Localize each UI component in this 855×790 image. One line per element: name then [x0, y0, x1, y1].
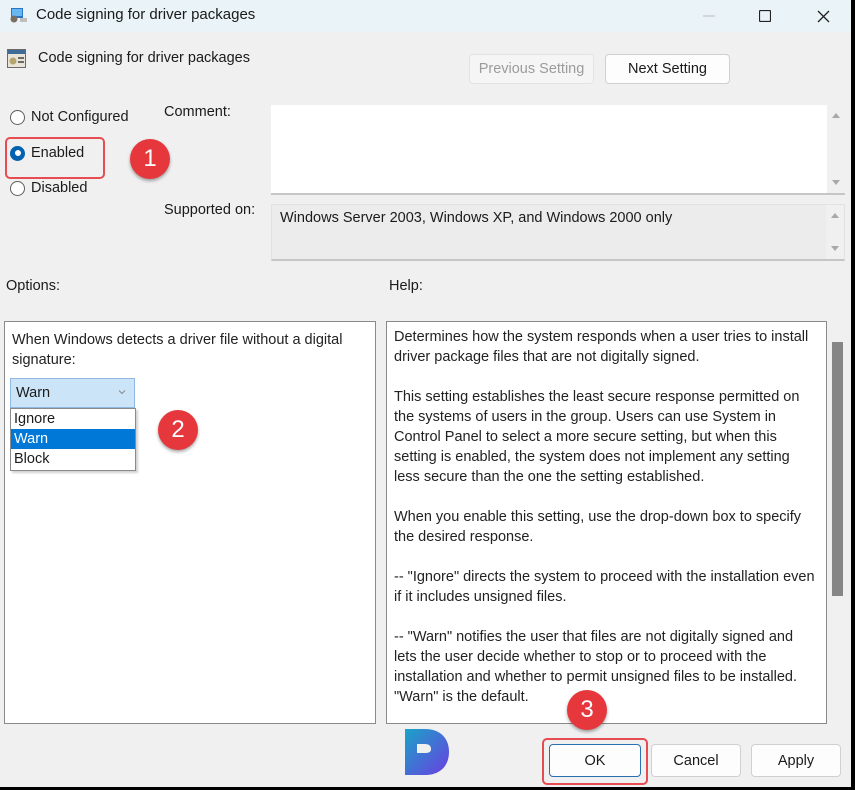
scroll-down-arrow-icon[interactable] — [832, 180, 840, 185]
help-label: Help: — [389, 278, 423, 294]
radio-disabled[interactable]: Disabled — [10, 180, 87, 196]
dropdown-value: Warn — [16, 385, 51, 401]
maximize-icon — [759, 10, 771, 22]
dropdown-option-block[interactable]: Block — [11, 449, 135, 469]
dropdown-list: Ignore Warn Block — [10, 408, 136, 471]
help-panel: Determines how the system responds when … — [386, 321, 827, 724]
close-button[interactable] — [800, 0, 846, 32]
step-badge-1: 1 — [130, 139, 170, 179]
policy-editor-icon — [10, 8, 27, 23]
minimize-icon — [703, 15, 715, 17]
help-paragraph: -- "Ignore" directs the system to procee… — [394, 569, 815, 605]
cancel-button[interactable]: Cancel — [651, 744, 741, 777]
supported-on-value: Windows Server 2003, Windows XP, and Win… — [280, 210, 673, 226]
scroll-up-arrow-icon[interactable] — [831, 213, 839, 218]
previous-setting-button[interactable]: Previous Setting — [469, 54, 594, 84]
help-paragraph: This setting establishes the least secur… — [394, 389, 800, 485]
brand-logo-icon — [405, 729, 449, 775]
title-bar: Code signing for driver packages — [0, 0, 851, 32]
radio-label: Not Configured — [31, 109, 129, 125]
apply-button[interactable]: Apply — [751, 744, 841, 777]
scroll-up-arrow-icon[interactable] — [832, 113, 840, 118]
supported-on-field: Windows Server 2003, Windows XP, and Win… — [271, 204, 845, 261]
radio-label: Disabled — [31, 180, 88, 196]
step-badge-2: 2 — [158, 410, 198, 450]
chevron-down-icon — [118, 390, 126, 395]
help-paragraph: When you enable this setting, use the dr… — [394, 509, 802, 545]
options-panel: When Windows detects a driver file witho… — [4, 321, 376, 724]
options-label: Options: — [6, 278, 60, 294]
dropdown-option-ignore[interactable]: Ignore — [11, 409, 135, 429]
options-prompt: When Windows detects a driver file witho… — [12, 332, 343, 368]
radio-circle — [10, 180, 25, 196]
help-scrollbar-thumb[interactable] — [832, 342, 843, 596]
comment-scrollbar[interactable] — [827, 105, 845, 193]
supported-on-label: Supported on: — [164, 202, 256, 218]
policy-setting-icon — [7, 49, 26, 68]
window-title: Code signing for driver packages — [36, 6, 256, 23]
step-badge-3: 3 — [567, 690, 607, 730]
minimize-button[interactable] — [686, 0, 732, 32]
dropdown-option-warn[interactable]: Warn — [11, 429, 135, 449]
radio-not-configured[interactable]: Not Configured — [10, 109, 129, 125]
help-paragraph: -- "Warn" notifies the user that files a… — [394, 629, 798, 705]
help-paragraph: Determines how the system responds when … — [394, 329, 809, 365]
comment-input[interactable] — [271, 105, 845, 195]
maximize-button[interactable] — [742, 0, 788, 32]
next-setting-button[interactable]: Next Setting — [605, 54, 730, 84]
supported-scrollbar[interactable] — [826, 205, 844, 259]
scroll-down-arrow-icon[interactable] — [831, 246, 839, 251]
annotation-highlight-ok — [542, 738, 648, 785]
help-scrollbar[interactable] — [829, 321, 847, 724]
comment-label: Comment: — [164, 104, 231, 120]
annotation-highlight-enabled — [5, 137, 105, 179]
response-dropdown[interactable]: Warn — [10, 378, 135, 408]
policy-name: Code signing for driver packages — [38, 50, 250, 66]
help-text: Determines how the system responds when … — [394, 327, 819, 723]
close-icon — [817, 10, 829, 22]
radio-circle — [10, 109, 25, 125]
policy-dialog: Code signing for driver packages Code si… — [0, 0, 851, 787]
